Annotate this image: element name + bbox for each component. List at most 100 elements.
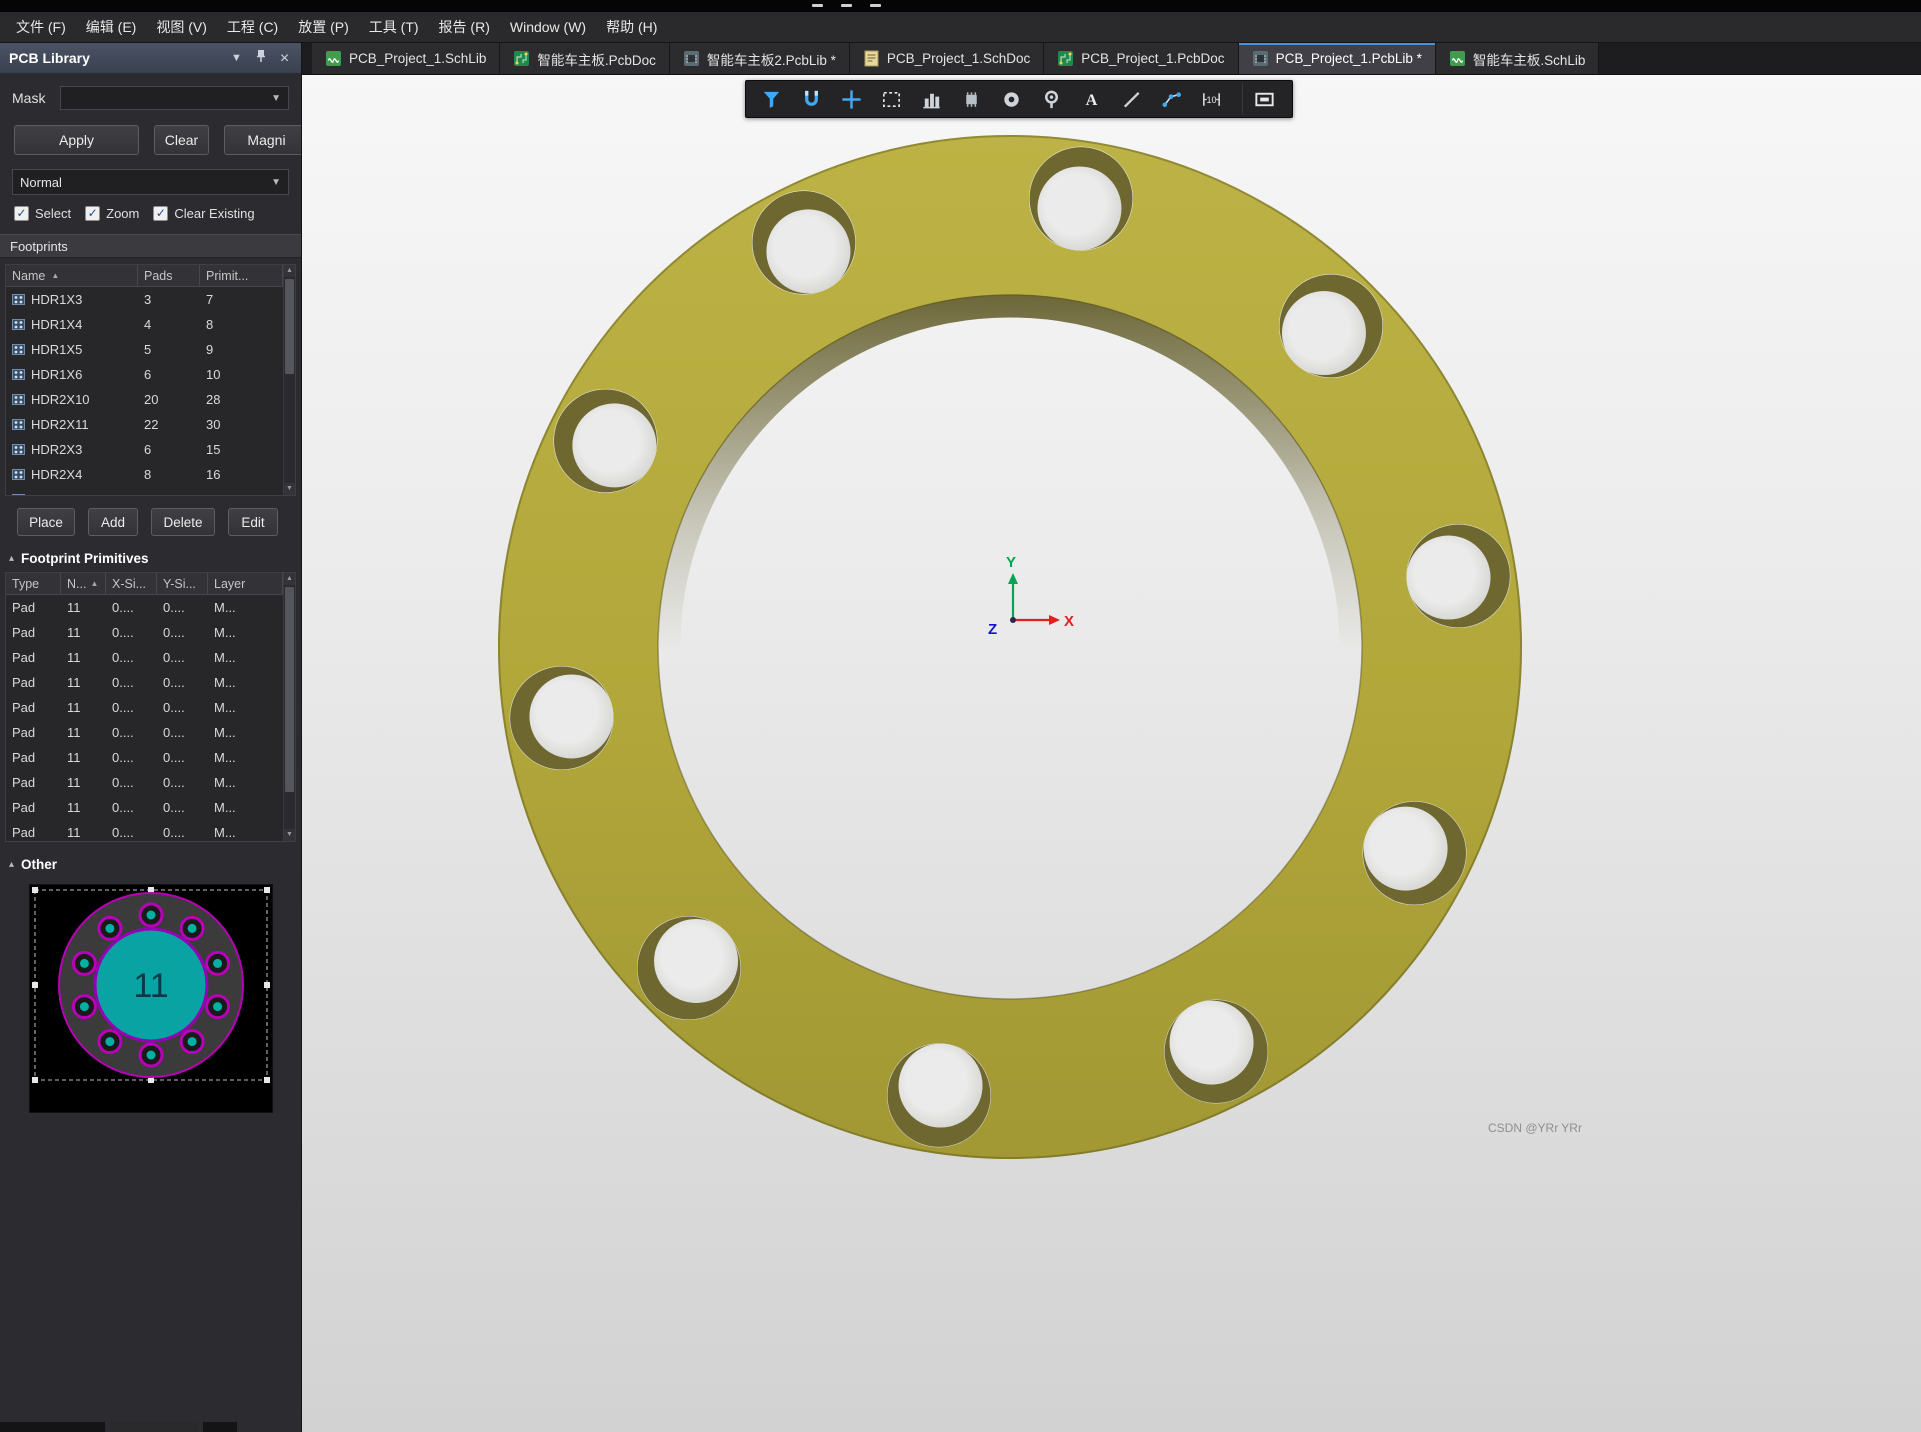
menu-item[interactable]: 视图 (V): [146, 12, 217, 42]
scrollbar[interactable]: ▲ ▼: [283, 265, 295, 495]
footprint-row[interactable]: HDR2X61221: [6, 487, 283, 495]
column-header-layer[interactable]: Layer: [208, 573, 283, 594]
pcb-3d-viewport[interactable]: Y X Z A 10 CSDN @YRr YRr: [302, 75, 1921, 1432]
mask-combo[interactable]: ▼: [60, 86, 289, 110]
footprint-row[interactable]: HDR2X3 6 15: [6, 437, 283, 462]
layer-icon[interactable]: [1242, 83, 1286, 115]
column-header-name[interactable]: Name ▲: [6, 265, 138, 286]
scroll-up-icon[interactable]: ▲: [284, 573, 295, 585]
primitive-layer-cell: M...: [214, 625, 236, 640]
footprint-row[interactable]: HDR1X5 5 9: [6, 337, 283, 362]
selection-icon[interactable]: [872, 83, 910, 115]
close-icon[interactable]: ×: [277, 50, 292, 66]
chip-icon[interactable]: [952, 83, 990, 115]
primitive-row[interactable]: Pad 11 0.... 0.... M...: [6, 595, 283, 620]
document-tab[interactable]: 智能车主板.PcbDoc: [500, 43, 670, 74]
schdoc-icon: [863, 50, 880, 67]
column-header-pads[interactable]: Pads: [138, 265, 200, 286]
primitive-row[interactable]: Pad 11 0.... 0.... M...: [6, 795, 283, 820]
display-mode-dropdown[interactable]: Normal ▼: [12, 169, 289, 195]
mounting-hole: [553, 389, 657, 493]
column-header-xsize[interactable]: X-Si...: [106, 573, 157, 594]
magnet-icon[interactable]: [792, 83, 830, 115]
primitive-row[interactable]: Pad 11 0.... 0.... M...: [6, 670, 283, 695]
scrollbar[interactable]: ▲ ▼: [283, 573, 295, 841]
document-tab[interactable]: 智能车主板2.PcbLib *: [669, 43, 850, 74]
chevron-down-icon: ▼: [271, 176, 281, 188]
scroll-down-icon[interactable]: ▼: [284, 483, 295, 495]
pcb-3d-scene[interactable]: Y X Z: [302, 75, 1921, 1432]
primitive-name-cell: 11: [67, 725, 81, 740]
column-header-primitives[interactable]: Primit...: [200, 265, 283, 286]
clear-button[interactable]: Clear: [154, 125, 209, 155]
primitive-xsize-cell: 0....: [112, 775, 134, 790]
primitive-row[interactable]: Pad 11 0.... 0.... M...: [6, 620, 283, 645]
measure-icon[interactable]: 10: [1192, 83, 1230, 115]
primitive-row[interactable]: Pad 11 0.... 0.... M...: [6, 720, 283, 745]
primitive-row[interactable]: Pad 11 0.... 0.... M...: [6, 820, 283, 841]
document-tab[interactable]: PCB_Project_1.SchLib: [312, 43, 501, 74]
primitive-layer-cell: M...: [214, 750, 236, 765]
scrollbar-thumb[interactable]: [285, 587, 294, 792]
edit-button[interactable]: Edit: [228, 508, 278, 536]
document-tab[interactable]: PCB_Project_1.PcbLib *: [1238, 43, 1436, 74]
column-header-ysize[interactable]: Y-Si...: [157, 573, 208, 594]
chart-icon[interactable]: [912, 83, 950, 115]
pad-icon[interactable]: [992, 83, 1030, 115]
menu-item[interactable]: 放置 (P): [288, 12, 359, 42]
document-tab[interactable]: PCB_Project_1.PcbDoc: [1044, 43, 1239, 74]
footprint-row[interactable]: HDR2X10 20 28: [6, 387, 283, 412]
menu-item[interactable]: 工程 (C): [217, 12, 288, 42]
scrollbar-track[interactable]: [284, 585, 295, 829]
footprint-row[interactable]: HDR1X3 3 7: [6, 287, 283, 312]
footprints-section-header: Footprints: [0, 234, 301, 258]
place-button[interactable]: Place: [17, 508, 75, 536]
text-icon[interactable]: A: [1072, 83, 1110, 115]
bottom-panel-fragment: [110, 1422, 198, 1432]
primitive-name-cell: 11: [67, 675, 81, 690]
primitive-row[interactable]: Pad 11 0.... 0.... M...: [6, 695, 283, 720]
document-tab[interactable]: PCB_Project_1.SchDoc: [849, 43, 1045, 74]
scrollbar-thumb[interactable]: [285, 279, 294, 374]
document-tab[interactable]: 智能车主板.SchLib: [1435, 43, 1600, 74]
primitive-type-cell: Pad: [12, 600, 36, 615]
menu-item[interactable]: 帮助 (H): [596, 12, 667, 42]
menu-item[interactable]: 工具 (T): [359, 12, 429, 42]
scroll-down-icon[interactable]: ▼: [284, 829, 295, 841]
menu-item[interactable]: 文件 (F): [6, 12, 76, 42]
menu-item[interactable]: Window (W): [500, 14, 596, 40]
magnify-button[interactable]: Magni: [224, 125, 301, 155]
altium-designer-app: 文件 (F) 编辑 (E) 视图 (V) 工程 (C) 放置 (P) 工具 (T) 报告 (…: [0, 0, 1921, 1432]
footprint-row[interactable]: HDR1X6 6 10: [6, 362, 283, 387]
column-header-type[interactable]: Type: [6, 573, 61, 594]
filter-icon[interactable]: [752, 83, 790, 115]
add-button[interactable]: Add: [88, 508, 138, 536]
footprint-row[interactable]: HDR2X4 8 16: [6, 462, 283, 487]
via-icon[interactable]: [1032, 83, 1070, 115]
primitive-row[interactable]: Pad 11 0.... 0.... M...: [6, 745, 283, 770]
scroll-up-icon[interactable]: ▲: [284, 265, 295, 277]
net-icon[interactable]: [1152, 83, 1190, 115]
footprint-primitives-header[interactable]: ▴ Footprint Primitives: [9, 551, 301, 566]
apply-button[interactable]: Apply: [14, 125, 139, 155]
line-icon[interactable]: [1112, 83, 1150, 115]
column-header-n[interactable]: N... ▲: [61, 573, 106, 594]
menu-item[interactable]: 报告 (R): [429, 12, 500, 42]
footprint-preview[interactable]: 11: [28, 884, 273, 1113]
zoom-checkbox[interactable]: ✓: [85, 206, 101, 221]
delete-button[interactable]: Delete: [151, 508, 215, 536]
chevron-down-icon[interactable]: ▼: [229, 51, 244, 66]
crosshair-icon[interactable]: [832, 83, 870, 115]
pin-icon[interactable]: [253, 49, 268, 68]
select-checkbox[interactable]: ✓: [14, 206, 29, 221]
clear-existing-checkbox[interactable]: ✓: [153, 206, 169, 221]
footprint-3d-body[interactable]: [498, 135, 1522, 1159]
primitive-row[interactable]: Pad 11 0.... 0.... M...: [6, 645, 283, 670]
footprint-row[interactable]: HDR2X11 22 30: [6, 412, 283, 437]
menu-item[interactable]: 编辑 (E): [76, 12, 147, 42]
footprint-row[interactable]: HDR1X4 4 8: [6, 312, 283, 337]
scrollbar-track[interactable]: [284, 277, 295, 483]
option-checkboxes: ✓ Select ✓ Zoom ✓ Clear Existing: [14, 206, 301, 221]
primitive-row[interactable]: Pad 11 0.... 0.... M...: [6, 770, 283, 795]
other-section-header[interactable]: ▴ Other: [9, 857, 301, 872]
